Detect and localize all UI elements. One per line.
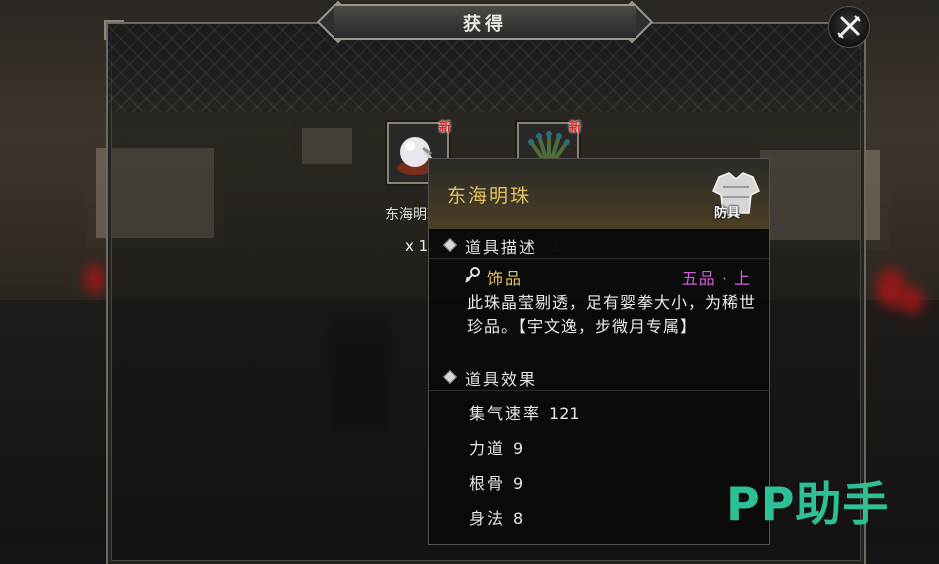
item-qty-1: x 1: [405, 237, 429, 255]
section-effects: 道具效果: [429, 364, 769, 391]
tooltip-item-name: 东海明珠: [447, 185, 532, 207]
type-badge: 防具: [714, 206, 741, 221]
title-banner: 获得: [316, 0, 654, 44]
diamond-icon: [442, 237, 458, 253]
item-category: 饰品: [487, 269, 524, 288]
stat-value: 9: [513, 474, 524, 493]
stat-value: 9: [513, 439, 524, 458]
item-grade: 五品 · 上: [681, 269, 751, 288]
stat-value: 121: [549, 404, 580, 423]
stat-row: 身法 8: [469, 505, 523, 529]
stat-row: 力道 9: [469, 435, 523, 459]
stat-label: 力道: [469, 439, 506, 458]
stat-row: 集气速率 121: [469, 400, 580, 424]
diamond-icon: [442, 369, 458, 385]
new-tag: 新: [568, 120, 581, 134]
stat-value: 8: [513, 509, 524, 528]
section-label: 道具描述: [465, 238, 538, 257]
item-description: 此珠晶莹剔透，足有婴拳大小，为稀世珍品。【宇文逸，步微月专属】: [467, 293, 757, 336]
section-description: 道具描述: [429, 232, 769, 259]
item-tooltip: 东海明珠 防具 道具描述 饰品 五品 · 上 此珠晶莹剔透，足有婴拳大小，为稀世…: [428, 158, 770, 545]
dialog-title: 获得: [463, 14, 507, 35]
new-tag: 新: [438, 120, 451, 134]
stat-label: 身法: [469, 509, 506, 528]
section-label: 道具效果: [465, 370, 538, 389]
stat-label: 根骨: [469, 474, 506, 493]
stat-label: 集气速率: [469, 404, 542, 423]
watermark-logo: PP助手: [726, 477, 890, 531]
accessory-icon: [465, 267, 480, 283]
stat-row: 根骨 9: [469, 470, 523, 494]
close-button[interactable]: [828, 6, 870, 48]
panel-corner-left: [104, 20, 124, 40]
close-icon: [837, 15, 861, 39]
